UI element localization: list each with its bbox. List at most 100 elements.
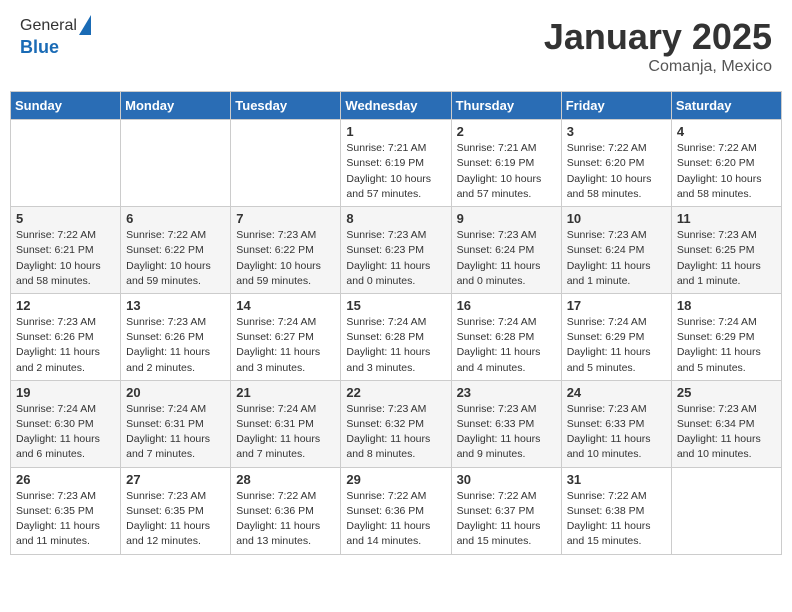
day-info: Sunrise: 7:23 AM Sunset: 6:25 PM Dayligh… bbox=[677, 228, 776, 289]
logo-general: General bbox=[20, 17, 77, 35]
day-info: Sunrise: 7:24 AM Sunset: 6:29 PM Dayligh… bbox=[677, 315, 776, 376]
day-number: 12 bbox=[16, 298, 115, 313]
day-info: Sunrise: 7:24 AM Sunset: 6:28 PM Dayligh… bbox=[457, 315, 556, 376]
day-info: Sunrise: 7:24 AM Sunset: 6:30 PM Dayligh… bbox=[16, 402, 115, 463]
day-info: Sunrise: 7:23 AM Sunset: 6:24 PM Dayligh… bbox=[567, 228, 666, 289]
weekday-header-cell: Wednesday bbox=[341, 92, 451, 120]
logo-triangle-icon bbox=[79, 15, 91, 35]
calendar-cell: 8 Sunrise: 7:23 AM Sunset: 6:23 PM Daylig… bbox=[341, 207, 451, 294]
day-info: Sunrise: 7:23 AM Sunset: 6:33 PM Dayligh… bbox=[567, 402, 666, 463]
day-number: 5 bbox=[16, 211, 115, 226]
calendar-table: SundayMondayTuesdayWednesdayThursdayFrid… bbox=[10, 91, 782, 554]
day-info: Sunrise: 7:22 AM Sunset: 6:20 PM Dayligh… bbox=[677, 141, 776, 202]
calendar-cell: 17 Sunrise: 7:24 AM Sunset: 6:29 PM Dayli… bbox=[561, 293, 671, 380]
calendar-cell: 1Sunrise: 7:21 AM Sunset: 6:19 PM Daylig… bbox=[341, 120, 451, 207]
calendar-cell bbox=[231, 120, 341, 207]
day-number: 9 bbox=[457, 211, 556, 226]
calendar-cell: 20Sunrise: 7:24 AM Sunset: 6:31 PM Dayli… bbox=[121, 380, 231, 467]
calendar-cell: 18 Sunrise: 7:24 AM Sunset: 6:29 PM Dayli… bbox=[671, 293, 781, 380]
day-number: 13 bbox=[126, 298, 225, 313]
day-number: 19 bbox=[16, 385, 115, 400]
calendar-cell: 7Sunrise: 7:23 AM Sunset: 6:22 PM Daylig… bbox=[231, 207, 341, 294]
day-info: Sunrise: 7:24 AM Sunset: 6:29 PM Dayligh… bbox=[567, 315, 666, 376]
day-number: 1 bbox=[346, 124, 445, 139]
day-number: 17 bbox=[567, 298, 666, 313]
calendar-cell: 14 Sunrise: 7:24 AM Sunset: 6:27 PM Dayli… bbox=[231, 293, 341, 380]
calendar-week-row: 12 Sunrise: 7:23 AM Sunset: 6:26 PM Dayli… bbox=[11, 293, 782, 380]
day-number: 29 bbox=[346, 472, 445, 487]
weekday-header-cell: Monday bbox=[121, 92, 231, 120]
calendar-cell: 29 Sunrise: 7:22 AM Sunset: 6:36 PM Dayli… bbox=[341, 467, 451, 554]
calendar-cell: 16 Sunrise: 7:24 AM Sunset: 6:28 PM Dayli… bbox=[451, 293, 561, 380]
day-info: Sunrise: 7:24 AM Sunset: 6:27 PM Dayligh… bbox=[236, 315, 335, 376]
calendar-week-row: 26 Sunrise: 7:23 AM Sunset: 6:35 PM Dayli… bbox=[11, 467, 782, 554]
day-number: 21 bbox=[236, 385, 335, 400]
weekday-header-cell: Thursday bbox=[451, 92, 561, 120]
weekday-header-cell: Friday bbox=[561, 92, 671, 120]
calendar-week-row: 5 Sunrise: 7:22 AM Sunset: 6:21 PM Daylig… bbox=[11, 207, 782, 294]
weekday-header-row: SundayMondayTuesdayWednesdayThursdayFrid… bbox=[11, 92, 782, 120]
calendar-cell: 15 Sunrise: 7:24 AM Sunset: 6:28 PM Dayli… bbox=[341, 293, 451, 380]
day-info: Sunrise: 7:23 AM Sunset: 6:34 PM Dayligh… bbox=[677, 402, 776, 463]
calendar-cell: 27Sunrise: 7:23 AM Sunset: 6:35 PM Dayli… bbox=[121, 467, 231, 554]
day-info: Sunrise: 7:22 AM Sunset: 6:21 PM Dayligh… bbox=[16, 228, 115, 289]
calendar-cell: 5 Sunrise: 7:22 AM Sunset: 6:21 PM Daylig… bbox=[11, 207, 121, 294]
day-number: 4 bbox=[677, 124, 776, 139]
day-info: Sunrise: 7:22 AM Sunset: 6:36 PM Dayligh… bbox=[346, 489, 445, 550]
calendar-cell: 12 Sunrise: 7:23 AM Sunset: 6:26 PM Dayli… bbox=[11, 293, 121, 380]
calendar-cell: 31 Sunrise: 7:22 AM Sunset: 6:38 PM Dayli… bbox=[561, 467, 671, 554]
calendar-week-row: 19 Sunrise: 7:24 AM Sunset: 6:30 PM Dayli… bbox=[11, 380, 782, 467]
day-info: Sunrise: 7:22 AM Sunset: 6:22 PM Dayligh… bbox=[126, 228, 225, 289]
day-number: 27 bbox=[126, 472, 225, 487]
page-header: General Blue January 2025 Comanja, Mexic… bbox=[10, 10, 782, 81]
day-number: 24 bbox=[567, 385, 666, 400]
weekday-header-cell: Saturday bbox=[671, 92, 781, 120]
day-info: Sunrise: 7:23 AM Sunset: 6:23 PM Dayligh… bbox=[346, 228, 445, 289]
day-info: Sunrise: 7:23 AM Sunset: 6:26 PM Dayligh… bbox=[126, 315, 225, 376]
calendar-cell: 22 Sunrise: 7:23 AM Sunset: 6:32 PM Dayli… bbox=[341, 380, 451, 467]
title-area: January 2025 Comanja, Mexico bbox=[544, 15, 772, 76]
weekday-header-cell: Sunday bbox=[11, 92, 121, 120]
day-number: 31 bbox=[567, 472, 666, 487]
calendar-week-row: 1Sunrise: 7:21 AM Sunset: 6:19 PM Daylig… bbox=[11, 120, 782, 207]
day-number: 18 bbox=[677, 298, 776, 313]
day-info: Sunrise: 7:22 AM Sunset: 6:20 PM Dayligh… bbox=[567, 141, 666, 202]
calendar-cell: 4 Sunrise: 7:22 AM Sunset: 6:20 PM Daylig… bbox=[671, 120, 781, 207]
logo-blue: Blue bbox=[20, 37, 59, 58]
day-info: Sunrise: 7:23 AM Sunset: 6:32 PM Dayligh… bbox=[346, 402, 445, 463]
day-number: 22 bbox=[346, 385, 445, 400]
calendar-cell: 10 Sunrise: 7:23 AM Sunset: 6:24 PM Dayli… bbox=[561, 207, 671, 294]
calendar-cell: 30Sunrise: 7:22 AM Sunset: 6:37 PM Dayli… bbox=[451, 467, 561, 554]
day-info: Sunrise: 7:23 AM Sunset: 6:35 PM Dayligh… bbox=[16, 489, 115, 550]
day-info: Sunrise: 7:23 AM Sunset: 6:22 PM Dayligh… bbox=[236, 228, 335, 289]
day-number: 28 bbox=[236, 472, 335, 487]
day-number: 25 bbox=[677, 385, 776, 400]
day-number: 6 bbox=[126, 211, 225, 226]
day-number: 15 bbox=[346, 298, 445, 313]
day-info: Sunrise: 7:24 AM Sunset: 6:28 PM Dayligh… bbox=[346, 315, 445, 376]
calendar-cell: 23Sunrise: 7:23 AM Sunset: 6:33 PM Dayli… bbox=[451, 380, 561, 467]
location-subtitle: Comanja, Mexico bbox=[544, 58, 772, 76]
logo: General Blue bbox=[20, 15, 91, 58]
calendar-cell bbox=[671, 467, 781, 554]
day-info: Sunrise: 7:23 AM Sunset: 6:26 PM Dayligh… bbox=[16, 315, 115, 376]
day-info: Sunrise: 7:22 AM Sunset: 6:38 PM Dayligh… bbox=[567, 489, 666, 550]
calendar-cell: 25 Sunrise: 7:23 AM Sunset: 6:34 PM Dayli… bbox=[671, 380, 781, 467]
weekday-header-cell: Tuesday bbox=[231, 92, 341, 120]
day-number: 14 bbox=[236, 298, 335, 313]
day-info: Sunrise: 7:22 AM Sunset: 6:37 PM Dayligh… bbox=[457, 489, 556, 550]
calendar-cell: 21 Sunrise: 7:24 AM Sunset: 6:31 PM Dayli… bbox=[231, 380, 341, 467]
day-info: Sunrise: 7:24 AM Sunset: 6:31 PM Dayligh… bbox=[236, 402, 335, 463]
day-number: 10 bbox=[567, 211, 666, 226]
day-number: 8 bbox=[346, 211, 445, 226]
calendar-cell: 19 Sunrise: 7:24 AM Sunset: 6:30 PM Dayli… bbox=[11, 380, 121, 467]
day-info: Sunrise: 7:22 AM Sunset: 6:36 PM Dayligh… bbox=[236, 489, 335, 550]
day-info: Sunrise: 7:24 AM Sunset: 6:31 PM Dayligh… bbox=[126, 402, 225, 463]
calendar-cell bbox=[11, 120, 121, 207]
day-number: 26 bbox=[16, 472, 115, 487]
calendar-cell: 28 Sunrise: 7:22 AM Sunset: 6:36 PM Dayli… bbox=[231, 467, 341, 554]
day-number: 11 bbox=[677, 211, 776, 226]
day-number: 16 bbox=[457, 298, 556, 313]
calendar-cell: 26 Sunrise: 7:23 AM Sunset: 6:35 PM Dayli… bbox=[11, 467, 121, 554]
calendar-cell bbox=[121, 120, 231, 207]
